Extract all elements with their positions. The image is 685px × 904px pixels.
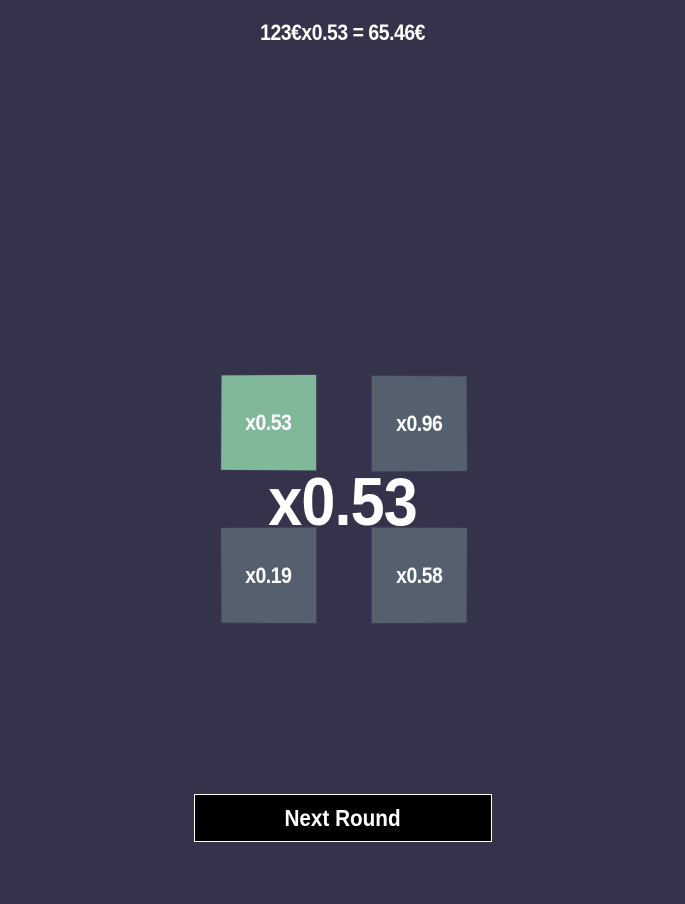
next-round-button[interactable]: Next Round [194,794,492,842]
game-screen: { "header": { "result_text": "123€x0.53 … [0,0,685,904]
multiplier-tile-label: x0.58 [396,562,443,588]
next-round-label: Next Round [284,804,402,831]
multiplier-tile-label: x0.96 [396,410,443,436]
multiplier-tile-bottom-right[interactable]: x0.58 [371,527,467,624]
multiplier-tile-bottom-left[interactable]: x0.19 [221,527,317,624]
multiplier-tile-top-left[interactable]: x0.53 [221,374,317,471]
multiplier-tile-top-right[interactable]: x0.96 [371,375,467,472]
winning-multiplier: x0.53 [268,464,418,540]
multiplier-tile-label: x0.19 [245,562,292,588]
result-summary: 123€x0.53 = 65.46€ [260,20,425,45]
multiplier-tile-label: x0.53 [245,409,292,435]
